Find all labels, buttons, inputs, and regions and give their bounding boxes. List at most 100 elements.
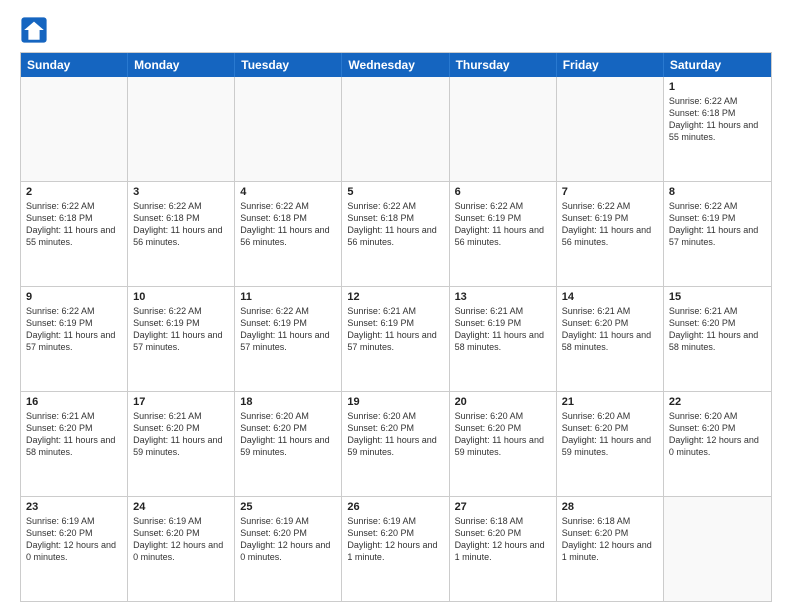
cell-info: Sunrise: 6:22 AM Sunset: 6:18 PM Dayligh… [133, 200, 229, 249]
day-number: 27 [455, 501, 551, 513]
calendar: SundayMondayTuesdayWednesdayThursdayFrid… [20, 52, 772, 602]
cal-cell: 18Sunrise: 6:20 AM Sunset: 6:20 PM Dayli… [235, 392, 342, 496]
cal-cell: 24 Sunrise: 6:19 AM Sunset: 6:20 PM Dayli… [128, 497, 235, 601]
cal-cell: 27 Sunrise: 6:18 AM Sunset: 6:20 PM Dayli… [450, 497, 557, 601]
day-number: 22 [669, 396, 766, 408]
day-number: 9 [26, 291, 122, 303]
header-day-monday: Monday [128, 53, 235, 77]
cell-info: Sunrise: 6:20 AM Sunset: 6:20 PM Dayligh… [240, 410, 336, 459]
logo [20, 16, 52, 44]
day-number: 13 [455, 291, 551, 303]
cell-info: Sunrise: 6:22 AM Sunset: 6:18 PM Dayligh… [240, 200, 336, 249]
week-row-4: 16 Sunrise: 6:21 AM Sunset: 6:20 PM Dayli… [21, 391, 771, 496]
day-number: 1 [669, 81, 766, 93]
week-row-5: 23 Sunrise: 6:19 AM Sunset: 6:20 PM Dayli… [21, 496, 771, 601]
cal-cell: 2Sunrise: 6:22 AM Sunset: 6:18 PM Daylig… [21, 182, 128, 286]
cal-cell: 14Sunrise: 6:21 AM Sunset: 6:20 PM Dayli… [557, 287, 664, 391]
cal-cell [557, 77, 664, 181]
header-day-saturday: Saturday [664, 53, 771, 77]
cal-cell: 21 Sunrise: 6:20 AM Sunset: 6:20 PM Dayli… [557, 392, 664, 496]
cell-info: Sunrise: 6:20 AM Sunset: 6:20 PM Dayligh… [669, 410, 766, 459]
cal-cell: 25 Sunrise: 6:19 AM Sunset: 6:20 PM Dayli… [235, 497, 342, 601]
cal-cell: 5 Sunrise: 6:22 AM Sunset: 6:18 PM Daylig… [342, 182, 449, 286]
header [20, 16, 772, 44]
day-number: 16 [26, 396, 122, 408]
day-number: 23 [26, 501, 122, 513]
week-row-1: 1 Sunrise: 6:22 AM Sunset: 6:18 PM Daylig… [21, 77, 771, 181]
cal-cell: 16 Sunrise: 6:21 AM Sunset: 6:20 PM Dayli… [21, 392, 128, 496]
cal-cell: 7 Sunrise: 6:22 AM Sunset: 6:19 PM Daylig… [557, 182, 664, 286]
day-number: 26 [347, 501, 443, 513]
header-day-sunday: Sunday [21, 53, 128, 77]
cell-info: Sunrise: 6:22 AM Sunset: 6:19 PM Dayligh… [26, 305, 122, 354]
day-number: 2 [26, 186, 122, 198]
page: SundayMondayTuesdayWednesdayThursdayFrid… [0, 0, 792, 612]
cell-info: Sunrise: 6:20 AM Sunset: 6:20 PM Dayligh… [347, 410, 443, 459]
cell-info: Sunrise: 6:19 AM Sunset: 6:20 PM Dayligh… [133, 515, 229, 564]
header-day-wednesday: Wednesday [342, 53, 449, 77]
cal-cell: 20 Sunrise: 6:20 AM Sunset: 6:20 PM Dayli… [450, 392, 557, 496]
cal-cell: 6 Sunrise: 6:22 AM Sunset: 6:19 PM Daylig… [450, 182, 557, 286]
cell-info: Sunrise: 6:21 AM Sunset: 6:20 PM Dayligh… [133, 410, 229, 459]
cell-info: Sunrise: 6:22 AM Sunset: 6:19 PM Dayligh… [455, 200, 551, 249]
day-number: 20 [455, 396, 551, 408]
day-number: 3 [133, 186, 229, 198]
header-day-thursday: Thursday [450, 53, 557, 77]
cal-cell: 19 Sunrise: 6:20 AM Sunset: 6:20 PM Dayli… [342, 392, 449, 496]
day-number: 19 [347, 396, 443, 408]
cell-info: Sunrise: 6:19 AM Sunset: 6:20 PM Dayligh… [26, 515, 122, 564]
day-number: 24 [133, 501, 229, 513]
day-number: 10 [133, 291, 229, 303]
cell-info: Sunrise: 6:20 AM Sunset: 6:20 PM Dayligh… [562, 410, 658, 459]
logo-icon [20, 16, 48, 44]
cell-info: Sunrise: 6:21 AM Sunset: 6:20 PM Dayligh… [562, 305, 658, 354]
cal-cell: 4 Sunrise: 6:22 AM Sunset: 6:18 PM Daylig… [235, 182, 342, 286]
cal-cell: 26 Sunrise: 6:19 AM Sunset: 6:20 PM Dayli… [342, 497, 449, 601]
day-number: 11 [240, 291, 336, 303]
cell-info: Sunrise: 6:20 AM Sunset: 6:20 PM Dayligh… [455, 410, 551, 459]
cal-cell [450, 77, 557, 181]
cell-info: Sunrise: 6:22 AM Sunset: 6:19 PM Dayligh… [562, 200, 658, 249]
day-number: 17 [133, 396, 229, 408]
cal-cell: 11 Sunrise: 6:22 AM Sunset: 6:19 PM Dayli… [235, 287, 342, 391]
calendar-header: SundayMondayTuesdayWednesdayThursdayFrid… [21, 53, 771, 77]
day-number: 21 [562, 396, 658, 408]
cell-info: Sunrise: 6:19 AM Sunset: 6:20 PM Dayligh… [347, 515, 443, 564]
cell-info: Sunrise: 6:18 AM Sunset: 6:20 PM Dayligh… [455, 515, 551, 564]
cell-info: Sunrise: 6:18 AM Sunset: 6:20 PM Dayligh… [562, 515, 658, 564]
cal-cell: 23 Sunrise: 6:19 AM Sunset: 6:20 PM Dayli… [21, 497, 128, 601]
week-row-3: 9 Sunrise: 6:22 AM Sunset: 6:19 PM Daylig… [21, 286, 771, 391]
day-number: 7 [562, 186, 658, 198]
day-number: 15 [669, 291, 766, 303]
cell-info: Sunrise: 6:22 AM Sunset: 6:19 PM Dayligh… [669, 200, 766, 249]
cell-info: Sunrise: 6:22 AM Sunset: 6:18 PM Dayligh… [347, 200, 443, 249]
header-day-friday: Friday [557, 53, 664, 77]
week-row-2: 2 Sunrise: 6:22 AM Sunset: 6:18 PM Daylig… [21, 181, 771, 286]
cell-info: Sunrise: 6:22 AM Sunset: 6:19 PM Dayligh… [133, 305, 229, 354]
cell-info: Sunrise: 6:21 AM Sunset: 6:20 PM Dayligh… [26, 410, 122, 459]
day-number: 25 [240, 501, 336, 513]
cal-cell: 3 Sunrise: 6:22 AM Sunset: 6:18 PM Daylig… [128, 182, 235, 286]
day-number: 8 [669, 186, 766, 198]
cell-info: Sunrise: 6:19 AM Sunset: 6:20 PM Dayligh… [240, 515, 336, 564]
cal-cell: 17 Sunrise: 6:21 AM Sunset: 6:20 PM Dayli… [128, 392, 235, 496]
cal-cell: 13 Sunrise: 6:21 AM Sunset: 6:19 PM Dayli… [450, 287, 557, 391]
day-number: 4 [240, 186, 336, 198]
cell-info: Sunrise: 6:22 AM Sunset: 6:19 PM Dayligh… [240, 305, 336, 354]
cal-cell [342, 77, 449, 181]
cal-cell: 1 Sunrise: 6:22 AM Sunset: 6:18 PM Daylig… [664, 77, 771, 181]
cal-cell: 12Sunrise: 6:21 AM Sunset: 6:19 PM Dayli… [342, 287, 449, 391]
cell-info: Sunrise: 6:22 AM Sunset: 6:18 PM Dayligh… [669, 95, 766, 144]
day-number: 5 [347, 186, 443, 198]
cal-cell [21, 77, 128, 181]
cal-cell [664, 497, 771, 601]
cal-cell [235, 77, 342, 181]
cal-cell: 28Sunrise: 6:18 AM Sunset: 6:20 PM Dayli… [557, 497, 664, 601]
cell-info: Sunrise: 6:21 AM Sunset: 6:19 PM Dayligh… [455, 305, 551, 354]
cal-cell: 15 Sunrise: 6:21 AM Sunset: 6:20 PM Dayli… [664, 287, 771, 391]
cell-info: Sunrise: 6:21 AM Sunset: 6:20 PM Dayligh… [669, 305, 766, 354]
header-day-tuesday: Tuesday [235, 53, 342, 77]
cal-cell [128, 77, 235, 181]
day-number: 6 [455, 186, 551, 198]
cell-info: Sunrise: 6:21 AM Sunset: 6:19 PM Dayligh… [347, 305, 443, 354]
